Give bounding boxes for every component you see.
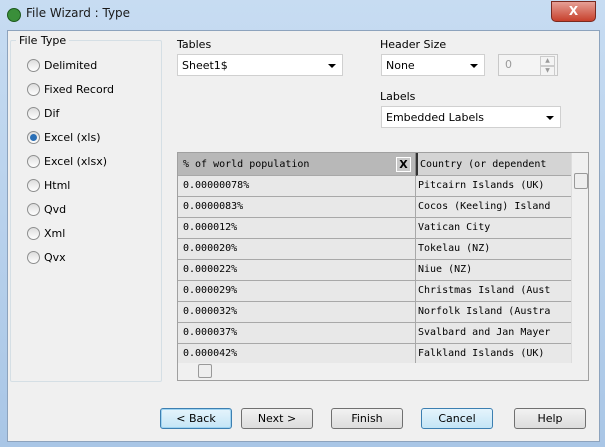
labels-label: Labels — [380, 90, 416, 103]
vertical-scrollbar[interactable] — [571, 153, 588, 363]
chevron-down-icon — [546, 116, 554, 120]
next-button[interactable]: Next > — [241, 408, 313, 429]
header-size-label: Header Size — [380, 38, 447, 51]
radio-label: Excel (xlsx) — [44, 155, 108, 168]
help-button[interactable]: Help — [514, 408, 586, 429]
column-header-label: Country (or dependent — [420, 159, 547, 170]
remove-column-icon[interactable]: X — [396, 157, 411, 172]
radio-icon[interactable] — [27, 131, 40, 144]
radio-icon[interactable] — [27, 251, 40, 264]
radio-icon[interactable] — [27, 179, 40, 192]
header-size-value: None — [386, 59, 415, 72]
table-cell: 0.000012% — [178, 218, 416, 239]
scroll-thumb[interactable] — [574, 173, 588, 189]
table-cell: Norfolk Island (Austra — [416, 302, 571, 323]
radio-label: Qvd — [44, 203, 67, 216]
file-type-radio[interactable]: Excel (xls) — [27, 131, 101, 144]
file-type-radio[interactable]: Xml — [27, 227, 65, 240]
table-cell: 0.000032% — [178, 302, 416, 323]
table-cell: 0.000037% — [178, 323, 416, 344]
table-cell: Christmas Island (Aust — [416, 281, 571, 302]
file-type-radio[interactable]: Html — [27, 179, 70, 192]
table-cell: 0.000022% — [178, 260, 416, 281]
file-type-label: File Type — [16, 34, 70, 47]
labels-value: Embedded Labels — [386, 111, 485, 124]
table-cell: 0.0000083% — [178, 197, 416, 218]
table-cell: Niue (NZ) — [416, 260, 571, 281]
tables-select[interactable]: Sheet1$ — [177, 54, 343, 76]
header-size-stepper[interactable]: 0 ▲ ▼ — [498, 54, 558, 76]
column-header[interactable]: % of world population — [178, 153, 416, 176]
cancel-button[interactable]: Cancel — [421, 408, 493, 429]
radio-icon[interactable] — [27, 227, 40, 240]
labels-select[interactable]: Embedded Labels — [381, 106, 561, 128]
radio-label: Qvx — [44, 251, 66, 264]
table-cell: Tokelau (NZ) — [416, 239, 571, 260]
header-size-select[interactable]: None — [381, 54, 485, 76]
radio-icon[interactable] — [27, 83, 40, 96]
radio-icon[interactable] — [27, 203, 40, 216]
radio-icon[interactable] — [27, 59, 40, 72]
radio-icon[interactable] — [27, 155, 40, 168]
file-wizard-window: File Wizard : Type X File Type Delimited… — [0, 0, 605, 447]
tables-label: Tables — [177, 38, 212, 51]
chevron-down-icon — [470, 64, 478, 68]
table-cell: Pitcairn Islands (UK) — [416, 176, 571, 197]
file-type-radio[interactable]: Dif — [27, 107, 59, 120]
header-size-number: 0 — [505, 58, 512, 71]
scroll-thumb[interactable] — [198, 364, 212, 378]
spin-down-icon[interactable]: ▼ — [540, 66, 555, 76]
radio-icon[interactable] — [27, 107, 40, 120]
file-type-radio[interactable]: Qvd — [27, 203, 66, 216]
file-type-radio[interactable]: Qvx — [27, 251, 66, 264]
data-preview-grid: % of world population X Country (or depe… — [177, 152, 589, 381]
horizontal-scrollbar[interactable] — [178, 363, 571, 379]
table-cell: Vatican City — [416, 218, 571, 239]
chevron-down-icon — [328, 64, 336, 68]
table-cell: Falkland Islands (UK) — [416, 344, 571, 365]
spin-up-icon[interactable]: ▲ — [540, 56, 555, 66]
table-cell: Svalbard and Jan Mayer — [416, 323, 571, 344]
file-type-radio[interactable]: Fixed Record — [27, 83, 114, 96]
file-type-radio[interactable]: Excel (xlsx) — [27, 155, 107, 168]
column-header[interactable]: Country (or dependent — [416, 153, 571, 176]
table-cell: 0.00000078% — [178, 176, 416, 197]
radio-label: Html — [44, 179, 71, 192]
table-cell: Cocos (Keeling) Island — [416, 197, 571, 218]
radio-label: Xml — [44, 227, 66, 240]
radio-label: Excel (xls) — [44, 131, 101, 144]
finish-button[interactable]: Finish — [331, 408, 403, 429]
radio-label: Delimited — [44, 59, 98, 72]
file-type-radio[interactable]: Delimited — [27, 59, 97, 72]
radio-label: Fixed Record — [44, 83, 115, 96]
close-button[interactable]: X — [551, 1, 596, 22]
back-button[interactable]: < Back — [160, 408, 232, 429]
radio-label: Dif — [44, 107, 60, 120]
qlikview-logo-icon — [7, 8, 21, 22]
table-cell: 0.000020% — [178, 239, 416, 260]
table-cell: 0.000029% — [178, 281, 416, 302]
table-cell: 0.000042% — [178, 344, 416, 365]
window-title: File Wizard : Type — [26, 6, 131, 20]
column-header-label: % of world population — [183, 159, 310, 170]
tables-value: Sheet1$ — [182, 59, 228, 72]
